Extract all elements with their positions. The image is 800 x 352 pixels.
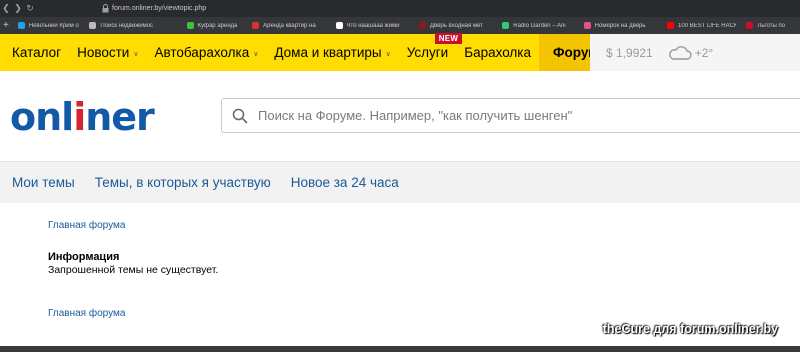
breadcrumb-forum-home[interactable]: Главная форума [48, 220, 125, 231]
chevron-down-icon: ∨ [133, 50, 139, 58]
bookmark-favicon-icon [335, 22, 343, 29]
tab-new-24h[interactable]: Новое за 24 часа [291, 175, 399, 190]
bookmark-item[interactable]: Что наашааа жими [330, 17, 413, 34]
bookmark-item[interactable]: Куфар аренда [181, 17, 247, 34]
nav-item-label: Автобарахолка [154, 45, 250, 60]
bookmark-item[interactable]: Льготы по [740, 17, 800, 34]
bookmark-favicon-icon [418, 22, 426, 29]
tab-my-topics[interactable]: Мои темы [12, 175, 75, 190]
currency-rate[interactable]: $ 1,9921 [606, 46, 653, 60]
bookmark-favicon-icon [667, 22, 675, 29]
breadcrumb-forum-home-bottom[interactable]: Главная форума [48, 308, 125, 319]
nav-item-label: Дома и квартиры [274, 45, 382, 60]
bookmark-item[interactable]: Аренда квартир на [246, 17, 329, 34]
onliner-logo[interactable]: onliner [10, 95, 155, 139]
tab-participating-topics[interactable]: Темы, в которых я участвую [95, 175, 271, 190]
browser-url-bar: ❮ ❯ ↻ forum.onliner.by/viewtopic.php [0, 0, 800, 17]
apps-icon[interactable]: + [0, 20, 12, 31]
nav-item-baraholka[interactable]: Барахолка [456, 34, 539, 71]
bottom-bar [0, 346, 800, 352]
main-content: Главная форума Информация Запрошенной те… [0, 203, 800, 346]
nav-item-realty[interactable]: Дома и квартиры ∨ [266, 34, 398, 71]
reload-icon[interactable]: ↻ [24, 0, 36, 17]
bookmark-favicon-icon [252, 22, 260, 29]
bookmark-item[interactable]: Номерок на дверь [578, 17, 661, 34]
search-icon [232, 108, 248, 123]
back-icon[interactable]: ❮ [0, 0, 12, 17]
top-right-widgets: $ 1,9921 +2° [590, 34, 800, 71]
lock-icon[interactable] [100, 0, 110, 17]
nav-item-label: Услуги [406, 45, 449, 60]
bookmark-favicon-icon [583, 22, 591, 29]
nav-item-catalog[interactable]: Каталог [4, 34, 69, 71]
bookmark-item[interactable]: Radio Garden – Ani [496, 17, 577, 34]
nav-item-label: Барахолка [464, 45, 532, 60]
header: onliner [0, 71, 800, 161]
top-navigation: Каталог Новости ∨ Автобарахолка ∨ Дома и к… [0, 33, 613, 71]
bookmark-item[interactable]: Невільний Крим он [12, 17, 83, 34]
chevron-down-icon: ∨ [253, 50, 259, 58]
bookmark-favicon-icon [89, 22, 97, 29]
page: ❮ ❯ ↻ forum.onliner.by/viewtopic.php + Н… [0, 0, 800, 352]
bookmarks-bar: + Невільний Крим он Поиск недвижимос Куф… [0, 17, 800, 34]
search-box[interactable] [221, 98, 800, 133]
nav-item-label: Каталог [12, 45, 62, 60]
bookmark-item[interactable]: Поиск недвижимос [83, 17, 180, 34]
info-message: Запрошенной темы не существует. [48, 264, 219, 276]
nav-item-label: Новости [77, 45, 130, 60]
cloud-icon[interactable] [667, 45, 693, 61]
watermark: theCure для forum.onliner.by [602, 322, 778, 336]
bookmark-favicon-icon [17, 22, 25, 29]
nav-item-services[interactable]: Услуги NEW [399, 33, 463, 71]
bookmark-favicon-icon [186, 22, 194, 29]
chevron-down-icon: ∨ [385, 50, 391, 58]
bookmark-item[interactable]: 100 BEST LIFE HACK [661, 17, 740, 34]
search-input[interactable] [258, 108, 778, 123]
bookmark-favicon-icon [502, 22, 510, 29]
info-title: Информация [48, 251, 120, 263]
nav-item-news[interactable]: Новости ∨ [69, 34, 146, 71]
bookmark-item[interactable]: Дверь входная мет [413, 17, 496, 34]
bookmark-favicon-icon [746, 22, 754, 29]
forward-icon[interactable]: ❯ [12, 0, 24, 17]
forum-subnav: Мои темы Темы, в которых я участвую Ново… [0, 161, 800, 203]
url-text[interactable]: forum.onliner.by/viewtopic.php [112, 5, 206, 12]
temperature[interactable]: +2° [695, 46, 713, 60]
nav-item-autobaraholka[interactable]: Автобарахолка ∨ [146, 34, 266, 71]
